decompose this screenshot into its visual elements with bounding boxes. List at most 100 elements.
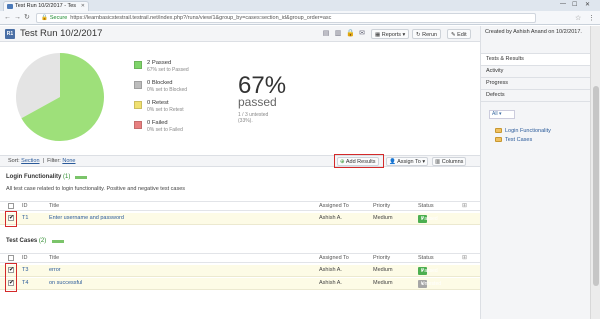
columns-label: Columns [441,159,464,165]
url-text: https://learnbasicstestrail.testrail.net… [70,15,332,21]
close-window-icon[interactable]: ✕ [585,1,590,8]
legend-swatch [134,61,142,69]
section-progress-bar [75,176,87,179]
col-status: Status [418,203,434,209]
legend-swatch [134,101,142,109]
select-all-checkbox[interactable] [8,203,14,209]
status-label: Passed [421,268,438,274]
status-badge[interactable]: Passed ▾ [418,215,438,223]
folder-icon [495,128,502,133]
print-icon[interactable]: ▤ [322,30,330,38]
url-input[interactable]: 🔒 Secure https://learnbasicstestrail.testr… [36,13,536,23]
column-settings-icon[interactable]: ⊞ [462,255,468,261]
tree-item-login-functionality[interactable]: Login Functionality [495,128,551,135]
column-settings-icon[interactable]: ⊞ [462,203,468,209]
rerun-button[interactable]: ↻ Rerun [412,29,442,39]
select-all-checkbox[interactable] [8,255,14,261]
col-assigned: Assigned To [319,203,349,209]
run-header: R1 Test Run 10/2/2017 ▤ ▥ 🔒 ✉ ▦ Reports … [0,26,480,42]
status-badge[interactable]: Untested ▾ [418,280,441,288]
close-tab-icon[interactable]: ✕ [81,2,85,11]
email-icon[interactable]: ✉ [358,30,366,38]
col-id: ID [22,255,28,261]
sidebar-nav-tests-results[interactable]: Tests & Results [481,53,591,65]
status-label: Passed [421,216,438,222]
testrail-favicon-icon [7,4,13,9]
tree-label: Test Cases [505,137,533,143]
scrollbar-thumb[interactable] [593,86,599,286]
test-title[interactable]: error [49,265,61,276]
status-label: Untested [421,281,442,287]
test-title[interactable]: Enter username and password [49,213,124,224]
table-row[interactable]: T1 Enter username and password Ashish A.… [0,213,480,225]
assign-to-label: Assign To [397,159,421,165]
created-by-text: Created by Ashish Anand on 10/2/2017. [485,29,582,35]
section-description: All test case related to login functiona… [6,186,186,192]
sidebar-nav-activity[interactable]: Activity [481,65,591,77]
forward-icon[interactable]: → [14,13,21,23]
col-assigned: Assigned To [319,255,349,261]
test-id[interactable]: T1 [22,213,28,224]
reports-label: Reports [381,32,401,38]
back-icon[interactable]: ← [4,13,11,23]
table-row[interactable]: T4 on successful Ashish A. Medium Untest… [0,278,480,290]
legend-label: 2 Passed [147,60,172,66]
section-title-test-cases: Test Cases (2) [6,238,46,245]
test-id[interactable]: T3 [22,265,28,276]
legend-sub: 0% set to Failed [147,127,183,133]
results-toolbar: Sort: Section | Filter: None ⊕ Add Resul… [0,155,480,167]
table-row[interactable]: T3 error Ashish A. Medium Passed ▾ [0,265,480,277]
address-bar: ← → ↻ 🔒 Secure https://learnbasicstestrail… [0,11,600,25]
assigned-to: Ashish A. [319,215,342,221]
export-icon[interactable]: ▥ [334,30,342,38]
edit-label: Edit [457,32,467,38]
right-sidebar: Created by Ashish Anand on 10/2/2017. Te… [480,26,591,319]
tree-item-test-cases[interactable]: Test Cases [495,137,532,144]
secure-label: Secure [49,15,68,21]
status-pie-chart [16,53,104,141]
col-id: ID [22,203,28,209]
test-id[interactable]: T4 [22,278,28,289]
page-title: Test Run 10/2/2017 [20,28,103,39]
minimize-icon[interactable]: — [560,1,566,7]
page-scrollbar[interactable] [590,26,600,319]
lock-run-icon[interactable]: 🔒 [346,30,355,38]
section-count: (2) [38,238,47,244]
legend-label: 0 Retest [147,100,169,106]
filter-value-link[interactable]: None [62,158,75,164]
assigned-to: Ashish A. [319,267,342,273]
col-priority: Priority [373,255,391,261]
browser-tab[interactable]: Test Run 10/2/2017 - Tes ✕ [3,1,89,11]
columns-button[interactable]: ▥ Columns [432,157,467,166]
legend-swatch [134,81,142,89]
section-title-login: Login Functionality (1) [6,174,70,181]
sidebar-nav-progress[interactable]: Progress [481,77,591,89]
table-header: ID Title Assigned To Priority Status ⊞ [0,201,480,211]
assign-to-button[interactable]: 👤 Assign To ▾ [386,157,429,166]
edit-button[interactable]: ✎ Edit [447,29,471,39]
bookmark-star-icon[interactable]: ☆ [575,14,581,22]
priority: Medium [373,280,393,286]
legend-swatch [134,121,142,129]
untested-note: 1 / 3 untested (33%). [238,112,269,124]
browser-menu-icon[interactable]: ⋮ [588,14,595,22]
sort-filter-text: Sort: Section | Filter: None [8,158,76,164]
col-status: Status [418,255,434,261]
col-priority: Priority [373,203,391,209]
sort-value-link[interactable]: Section [21,158,39,164]
legend-label: 0 Failed [147,120,168,126]
sidebar-nav-defects[interactable]: Defects [481,89,591,101]
legend-sub: 0% set to Blocked [147,87,188,93]
run-badge: R1 [5,29,15,39]
reports-button[interactable]: ▦ Reports ▾ [371,29,410,39]
tab-title: Test Run 10/2/2017 - Tes [15,3,77,9]
maximize-icon[interactable]: ☐ [572,1,577,8]
highlight-checkbox-t1 [5,211,17,227]
sidebar-filter-select[interactable]: All ▾ [489,110,515,119]
passed-label: passed [238,95,277,109]
test-title[interactable]: on successful [49,278,82,289]
legend-sub: 0% set to Retest [147,107,184,113]
reload-icon[interactable]: ↻ [24,13,30,23]
status-badge[interactable]: Passed ▾ [418,267,438,275]
sort-label: Sort: [8,158,20,164]
